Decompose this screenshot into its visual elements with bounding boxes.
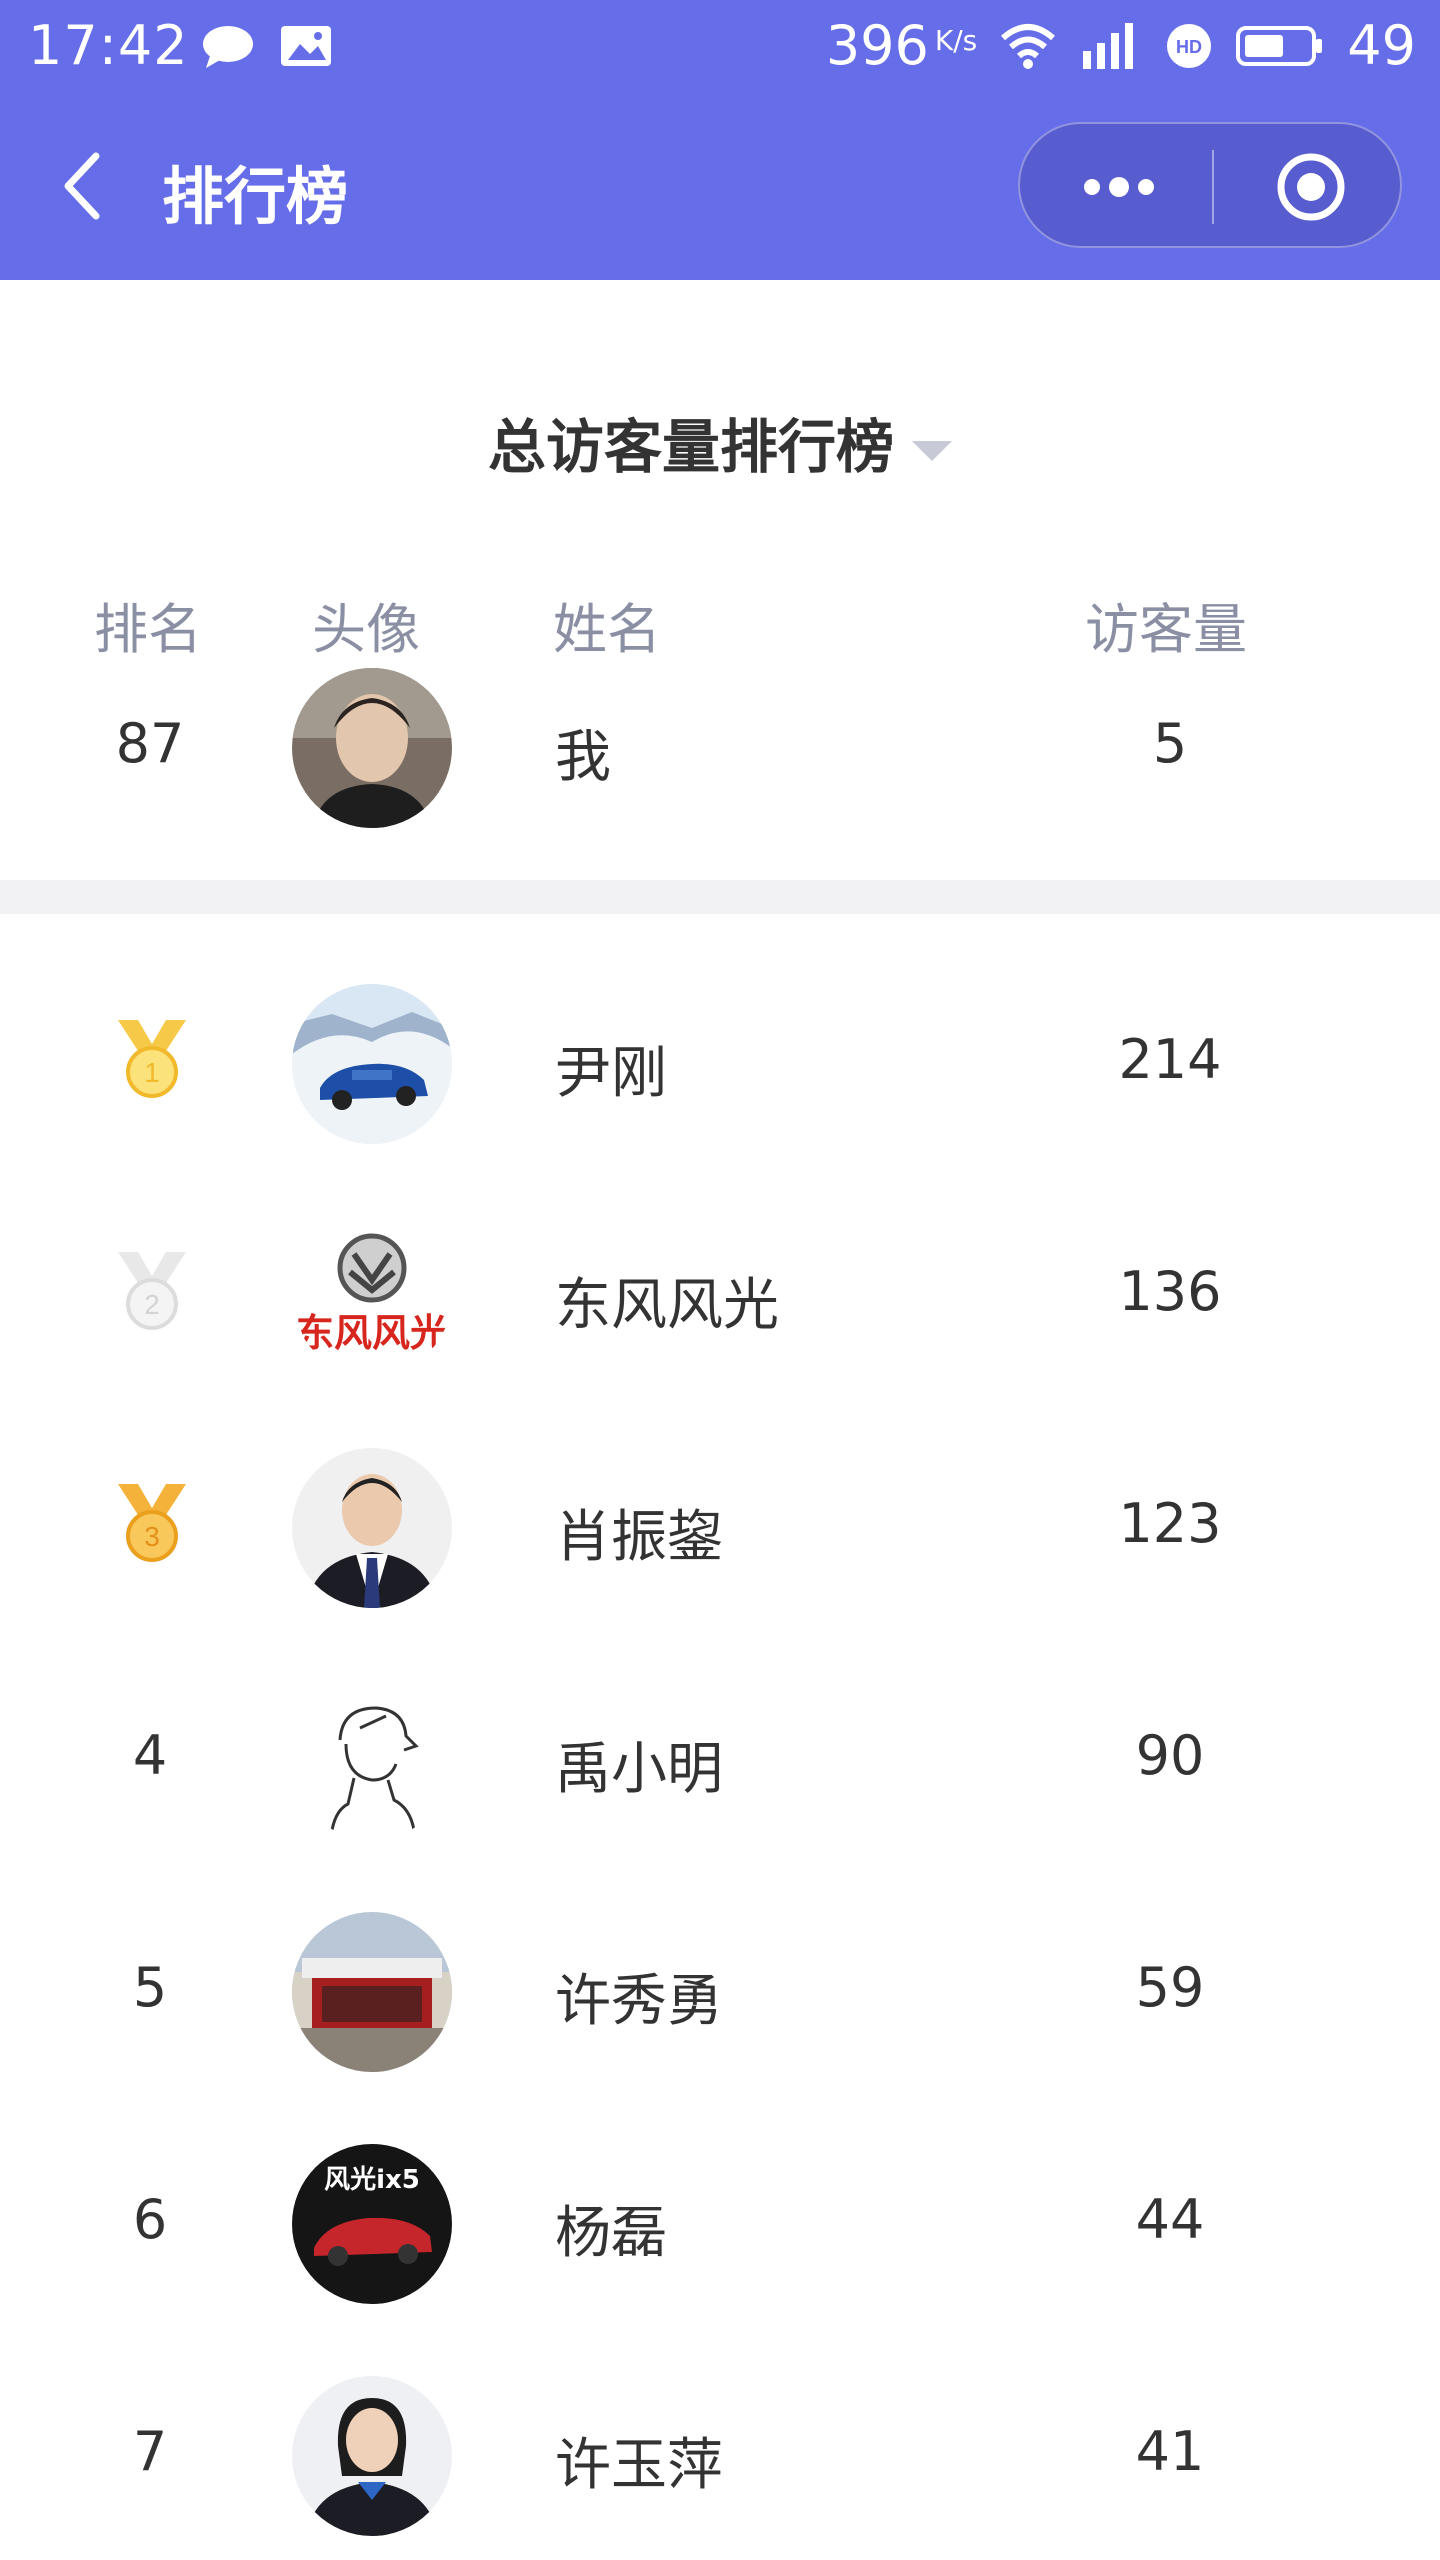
user-name: 肖振鋆 — [555, 1505, 723, 1570]
navigation-bar: 排行榜 — [0, 110, 1440, 260]
avatar: 东风风光 — [292, 1216, 452, 1376]
list-item[interactable]: 7 许玉萍 41 — [0, 2362, 1440, 2560]
list-item[interactable]: 5 许秀勇 59 — [0, 1898, 1440, 2130]
network-speed: 396 K/s — [825, 14, 978, 77]
top-bar: 17:42 396 K/s HD 49 排行榜 — [0, 0, 1440, 280]
bronze-medal-icon: 3 — [118, 1484, 186, 1562]
fengguang-logo-text: 风光ix5 — [324, 2165, 420, 2195]
battery-level: 49 — [1347, 14, 1416, 77]
my-rank-row: 87 我 5 — [0, 660, 1440, 892]
visit-count: 123 — [1118, 1492, 1222, 1555]
my-visits: 5 — [1152, 712, 1188, 775]
avatar — [292, 1912, 452, 2072]
status-bar: 17:42 396 K/s HD 49 — [0, 0, 1440, 90]
column-header-name: 姓名 — [553, 598, 661, 661]
rank-number: 5 — [132, 1956, 168, 2019]
list-item[interactable]: 3 肖振鋆 123 — [0, 1434, 1440, 1666]
avatar — [292, 1680, 452, 1840]
page-title: 排行榜 — [162, 160, 349, 233]
section-divider — [0, 880, 1440, 914]
avatar — [292, 2376, 452, 2536]
svg-text:1: 1 — [144, 1057, 160, 1088]
list-item[interactable]: 1 尹刚 214 — [0, 970, 1440, 1202]
svg-text:HD: HD — [1176, 37, 1202, 57]
rank-number: 6 — [132, 2188, 168, 2251]
rank-number: 7 — [132, 2420, 168, 2483]
rank-number: 4 — [132, 1724, 168, 1787]
column-header-rank: 排名 — [94, 598, 202, 661]
my-name: 我 — [555, 725, 611, 790]
user-name: 许玉萍 — [555, 2433, 723, 2498]
message-icon — [203, 26, 253, 68]
avatar — [292, 668, 452, 828]
visit-count: 44 — [1135, 2188, 1205, 2251]
battery-icon — [1236, 25, 1323, 66]
visit-count: 214 — [1118, 1028, 1222, 1091]
column-header-visits: 访客量 — [1085, 598, 1247, 661]
visit-count: 59 — [1135, 1956, 1205, 2019]
status-time: 17:42 — [28, 14, 189, 77]
column-header-avatar: 头像 — [312, 598, 420, 661]
svg-text:3: 3 — [144, 1521, 160, 1552]
list-item[interactable]: 2 东风风光 东风风光 136 — [0, 1202, 1440, 1434]
visit-count: 136 — [1118, 1260, 1222, 1323]
wifi-icon — [1001, 23, 1056, 69]
user-name: 许秀勇 — [555, 1969, 723, 2034]
dropdown-caret-icon — [912, 440, 952, 461]
user-name: 尹刚 — [555, 1041, 667, 1106]
user-name: 禹小明 — [555, 1737, 723, 1802]
visit-count: 90 — [1135, 1724, 1205, 1787]
hd-icon: HD — [1167, 23, 1212, 68]
back-arrow-icon[interactable] — [54, 150, 114, 222]
image-icon — [281, 26, 331, 66]
avatar — [292, 1448, 452, 1608]
signal-icon — [1083, 22, 1134, 69]
mini-program-capsule — [1018, 122, 1402, 248]
board-title-dropdown[interactable]: 总访客量排行榜 — [0, 400, 1440, 484]
gold-medal-icon: 1 — [118, 1020, 186, 1098]
dongfeng-logo-text: 东风风光 — [296, 1311, 448, 1355]
my-rank: 87 — [115, 712, 185, 775]
user-name: 杨磊 — [555, 2201, 667, 2266]
board-title: 总访客量排行榜 — [487, 413, 894, 481]
avatar: 风光ix5 — [292, 2144, 452, 2304]
svg-text:2: 2 — [144, 1289, 160, 1320]
avatar — [292, 984, 452, 1144]
visit-count: 41 — [1135, 2420, 1205, 2483]
capsule-divider — [1212, 150, 1214, 224]
more-options-icon[interactable] — [1074, 162, 1164, 212]
list-item[interactable]: 6 风光ix5 杨磊 44 — [0, 2130, 1440, 2362]
close-mini-program-icon[interactable] — [1276, 152, 1346, 222]
list-item[interactable]: 4 禹小明 90 — [0, 1666, 1440, 1898]
silver-medal-icon: 2 — [118, 1252, 186, 1330]
user-name: 东风风光 — [555, 1273, 779, 1338]
